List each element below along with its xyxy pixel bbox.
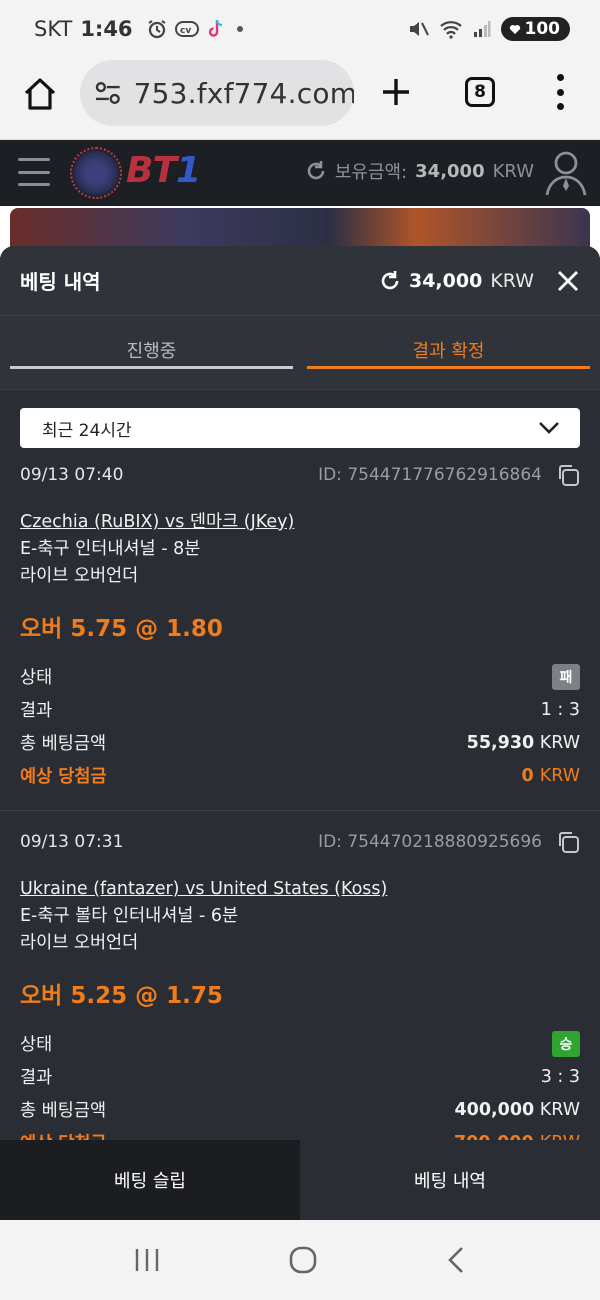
status-bar: SKT 1:46 cv 100 <box>0 0 600 58</box>
site-logo[interactable]: BT1 <box>70 147 201 199</box>
bet-stake-label: 총 베팅금액 <box>20 1101 107 1121</box>
bet-stake-currency: KRW <box>539 1099 580 1120</box>
address-bar[interactable]: 753.fxf774.com <box>80 60 354 126</box>
signal-icon <box>473 21 490 37</box>
bet-status-row: 상태 패 <box>20 660 580 693</box>
refresh-icon[interactable] <box>305 160 327 182</box>
bet-result-label: 결과 <box>20 701 53 721</box>
bet-result-row: 결과 1 : 3 <box>20 693 580 726</box>
logo-text: BT <box>126 150 177 191</box>
tab-count: 8 <box>474 82 486 102</box>
user-account-icon[interactable] <box>544 150 588 196</box>
chevron-down-icon <box>539 422 559 434</box>
logo-text-number: 1 <box>176 150 201 191</box>
bet-payout-label: 예상 당첨금 <box>20 767 107 787</box>
period-filter-select[interactable]: 최근 24시간 <box>20 408 580 448</box>
balance-label: 보유금액: <box>334 162 408 183</box>
bet-stake-row: 총 베팅금액 55,930 KRW <box>20 726 580 759</box>
bet-match-link[interactable]: Czechia (RuBIX) vs 덴마크 (JKey) <box>20 508 580 536</box>
url-text: 753.fxf774.com <box>133 76 354 110</box>
status-badge: 승 <box>552 1030 580 1057</box>
alarm-icon <box>147 20 166 39</box>
tab-betting-slip[interactable]: 베팅 슬립 <box>0 1140 300 1220</box>
home-icon[interactable] <box>22 76 58 112</box>
balance-currency: KRW <box>492 160 534 182</box>
sheet-balance-amount: 34,000 <box>408 269 483 292</box>
bet-id: ID: 754471776762916864 <box>318 465 542 485</box>
tab-switcher-button[interactable]: 8 <box>465 77 495 107</box>
bottom-tab-bar: 베팅 슬립 베팅 내역 <box>0 1140 600 1220</box>
bet-payout-currency: KRW <box>539 765 580 786</box>
logo-globe-icon <box>70 147 122 199</box>
heart-battery-icon <box>509 25 520 34</box>
hamburger-menu-icon[interactable] <box>18 158 50 186</box>
copy-icon[interactable] <box>556 830 580 854</box>
bet-stake-amount: 400,000 <box>454 1099 535 1120</box>
bet-market: 라이브 오버언더 <box>20 933 139 953</box>
new-tab-icon[interactable] <box>380 76 412 108</box>
battery-indicator: 100 <box>500 17 570 41</box>
tab-betting-history[interactable]: 베팅 내역 <box>300 1140 600 1220</box>
bet-pick: 오버 5.25 @ 1.75 <box>20 983 223 1009</box>
period-filter-value: 최근 24시간 <box>42 420 132 441</box>
close-icon[interactable] <box>556 269 580 293</box>
bet-card: 09/13 07:31 ID: 754470218880925696 Ukrai… <box>0 815 600 1159</box>
bet-league: E-축구 볼타 인터내셔널 - 6분 <box>20 906 239 926</box>
back-icon[interactable] <box>445 1245 467 1275</box>
home-nav-icon[interactable] <box>288 1245 318 1275</box>
bet-pick: 오버 5.75 @ 1.80 <box>20 616 223 642</box>
bet-result-value: 1 : 3 <box>540 699 580 720</box>
betting-history-sheet: 베팅 내역 34,000 KRW 진행중 결과 확정 최근 24시간 09/13… <box>0 246 600 1220</box>
status-tabs: 진행중 결과 확정 <box>0 316 600 390</box>
wifi-icon <box>439 21 462 39</box>
bet-datetime: 09/13 07:31 <box>20 832 124 852</box>
bet-market: 라이브 오버언더 <box>20 566 139 586</box>
sheet-balance-currency: KRW <box>490 269 534 292</box>
bet-league: E-축구 인터내셔널 - 8분 <box>20 539 201 559</box>
bet-datetime: 09/13 07:40 <box>20 465 124 485</box>
sheet-header: 베팅 내역 34,000 KRW <box>0 246 600 316</box>
tab-settled[interactable]: 결과 확정 <box>307 316 590 369</box>
bet-stake-amount: 55,930 <box>466 732 535 753</box>
bet-payout-amount: 0 <box>521 765 534 786</box>
bet-stake-row: 총 베팅금액 400,000 KRW <box>20 1093 580 1126</box>
svg-text:cv: cv <box>180 26 191 36</box>
tab-in-progress[interactable]: 진행중 <box>10 316 293 369</box>
sheet-balance: 34,000 KRW <box>379 270 534 292</box>
sheet-title: 베팅 내역 <box>20 270 101 294</box>
bet-stake-currency: KRW <box>539 732 580 753</box>
bet-card: 09/13 07:40 ID: 754471776762916864 Czech… <box>0 448 600 811</box>
site-header: BT1 보유금액: 34,000 KRW <box>0 140 600 206</box>
refresh-balance-icon[interactable] <box>379 270 401 292</box>
bet-status-row: 상태 승 <box>20 1027 580 1060</box>
recent-apps-icon[interactable] <box>133 1247 161 1273</box>
bet-result-label: 결과 <box>20 1068 53 1088</box>
mute-icon <box>409 22 429 36</box>
header-balance: 보유금액: 34,000 KRW <box>305 158 534 184</box>
system-nav-bar <box>0 1220 600 1300</box>
clock: 1:46 <box>80 17 133 41</box>
tiktok-icon <box>208 19 222 37</box>
notification-dot-icon <box>236 26 243 32</box>
bet-result-row: 결과 3 : 3 <box>20 1060 580 1093</box>
bet-match-link[interactable]: Ukraine (fantazer) vs United States (Kos… <box>20 875 580 903</box>
bet-status-label: 상태 <box>20 1035 53 1055</box>
browser-menu-icon[interactable] <box>548 74 572 110</box>
bet-result-value: 3 : 3 <box>540 1066 580 1087</box>
carrier-label: SKT <box>34 17 73 41</box>
bet-status-label: 상태 <box>20 668 53 688</box>
bet-payout-row: 예상 당첨금 0 KRW <box>20 759 580 792</box>
copy-icon[interactable] <box>556 463 580 487</box>
bet-stake-label: 총 베팅금액 <box>20 734 107 754</box>
browser-toolbar: 753.fxf774.com 8 <box>0 58 600 140</box>
site-settings-icon[interactable] <box>94 79 122 107</box>
cv-icon: cv <box>174 21 199 37</box>
battery-level: 100 <box>524 19 561 39</box>
bet-id: ID: 754470218880925696 <box>318 832 542 852</box>
balance-amount: 34,000 <box>415 160 485 182</box>
status-badge: 패 <box>552 663 580 690</box>
